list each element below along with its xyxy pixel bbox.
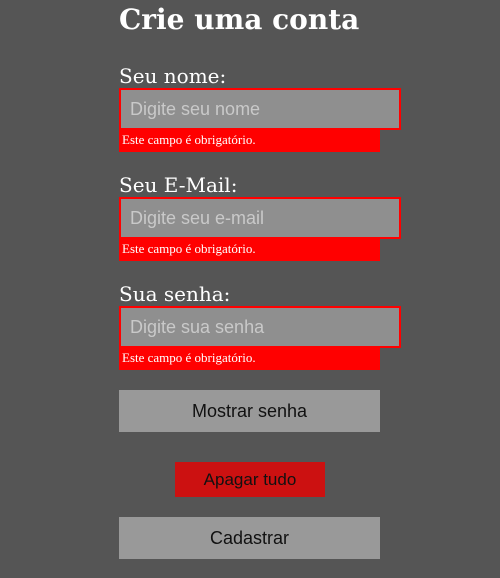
password-label: Sua senha: (119, 282, 231, 306)
submit-button[interactable]: Cadastrar (119, 517, 380, 559)
name-input[interactable] (119, 88, 401, 130)
email-label: Seu E-Mail: (119, 173, 238, 197)
page-title: Crie uma conta (119, 3, 360, 36)
name-label: Seu nome: (119, 64, 227, 88)
signup-form: Crie uma conta Seu nome: Este campo é ob… (119, 0, 401, 559)
password-input[interactable] (119, 306, 401, 348)
email-error-message: Este campo é obrigatório. (119, 239, 380, 261)
password-error-message: Este campo é obrigatório. (119, 348, 380, 370)
show-password-button[interactable]: Mostrar senha (119, 390, 380, 432)
email-input[interactable] (119, 197, 401, 239)
name-error-message: Este campo é obrigatório. (119, 130, 380, 152)
page: Crie uma conta Seu nome: Este campo é ob… (0, 0, 500, 578)
clear-all-button[interactable]: Apagar tudo (175, 462, 325, 497)
